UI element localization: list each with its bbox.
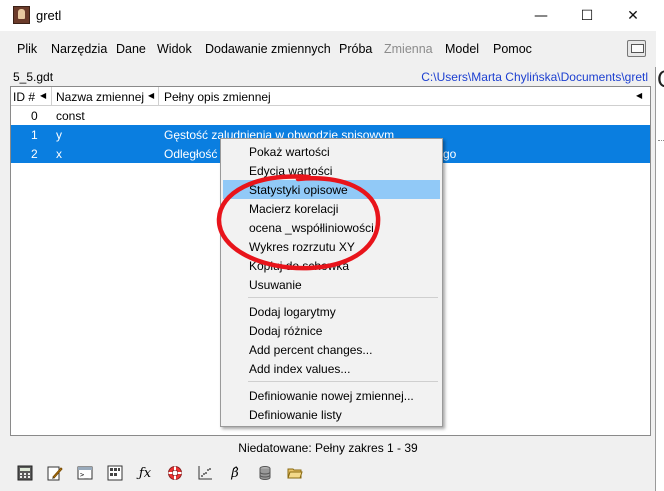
ctx-item-label: Definiowanie nowej zmiennej...	[249, 389, 414, 403]
ctx-item-label: Dodaj różnice	[249, 324, 323, 338]
ctx-item-usuwanie[interactable]: Usuwanie	[223, 275, 440, 294]
console-icon[interactable]: >_	[74, 461, 96, 485]
variable-context-menu: Pokaż wartości Edycja wartości Statystyk…	[220, 138, 443, 427]
ctx-item-label: Pokaż wartości	[249, 145, 330, 159]
ctx-item-definiowanie-listy[interactable]: Definiowanie listy	[223, 405, 440, 424]
ctx-item-label: Wykres rozrzutu XY	[249, 240, 355, 254]
cell-description-tail: go	[443, 147, 457, 161]
ctx-item-add-index-values[interactable]: Add index values...	[223, 359, 440, 378]
sort-arrow-icon[interactable]: ◀	[148, 91, 154, 100]
title-bar: gretl — ☐ ✕	[0, 0, 656, 31]
menu-zmienna: Zmienna	[384, 42, 433, 56]
header-description[interactable]: Pełny opis zmiennej	[164, 90, 271, 104]
minimize-button[interactable]: —	[518, 0, 564, 31]
table-row[interactable]: 0 const	[11, 106, 650, 125]
cell-name: y	[56, 128, 62, 142]
column-separator[interactable]	[51, 87, 52, 106]
window-title: gretl	[36, 8, 62, 23]
menu-pomoc[interactable]: Pomoc	[493, 42, 532, 56]
data-file-name: 5_5.gdt	[13, 70, 54, 84]
menu-narzedzia[interactable]: Narzędzia	[51, 42, 107, 56]
help-lifebuoy-icon[interactable]	[164, 461, 186, 485]
ctx-item-label: Add percent changes...	[249, 343, 373, 357]
ctx-item-label: Usuwanie	[249, 278, 302, 292]
menu-separator	[248, 381, 438, 382]
cell-description: Odległość	[164, 147, 218, 161]
header-name[interactable]: Nazwa zmiennej	[56, 90, 144, 104]
ctx-item-label: Kopiuj do schowka	[249, 259, 350, 273]
ctx-item-definiowanie-nowej-zmiennej[interactable]: Definiowanie nowej zmiennej...	[223, 386, 440, 405]
list-header: ID # ◀ Nazwa zmiennej ◀ Pełny opis zmien…	[11, 87, 650, 106]
ctx-item-kopiuj-do-schowka[interactable]: Kopiuj do schowka	[223, 256, 440, 275]
column-separator[interactable]	[158, 87, 159, 106]
ctx-item-add-percent-changes[interactable]: Add percent changes...	[223, 340, 440, 359]
ctx-item-label: ocena _współliniowości	[249, 221, 374, 235]
calculator-icon[interactable]	[14, 461, 36, 485]
cell-name: x	[56, 147, 62, 161]
ctx-item-statystyki-opisowe[interactable]: Statystyki opisowe	[223, 180, 440, 199]
open-folder-icon[interactable]	[284, 461, 306, 485]
file-info-row: 5_5.gdt C:\Users\Marta Chylińska\Documen…	[0, 68, 656, 86]
cell-id: 1	[31, 128, 38, 142]
ctx-item-ocena-wspolliniowosci[interactable]: ocena _współliniowości	[223, 218, 440, 237]
function-icon[interactable]: ƒx	[134, 461, 156, 485]
menu-separator	[248, 297, 438, 298]
cell-name: const	[56, 109, 85, 123]
svg-text:>_: >_	[80, 471, 89, 479]
cell-id: 2	[31, 147, 38, 161]
ctx-item-dodaj-roznice[interactable]: Dodaj różnice	[223, 321, 440, 340]
window-list-icon[interactable]	[627, 40, 646, 57]
maximize-button[interactable]: ☐	[564, 0, 610, 31]
menu-plik[interactable]: Plik	[17, 42, 37, 56]
menu-proba[interactable]: Próba	[339, 42, 372, 56]
ctx-item-label: Dodaj logarytmy	[249, 305, 336, 319]
header-id[interactable]: ID #	[13, 90, 35, 104]
ctx-item-wykres-rozrzutu-xy[interactable]: Wykres rozrzutu XY	[223, 237, 440, 256]
edit-script-icon[interactable]	[44, 461, 66, 485]
gretl-app-icon	[13, 6, 30, 24]
menu-dodawanie-zmiennych[interactable]: Dodawanie zmiennych	[205, 42, 331, 56]
scatter-plot-icon[interactable]	[194, 461, 216, 485]
cell-id: 0	[31, 109, 38, 123]
session-icon-view-icon[interactable]	[104, 461, 126, 485]
sample-status: Niedatowane: Pełny zakres 1 - 39	[238, 441, 418, 455]
data-file-path: C:\Users\Marta Chylińska\Documents\gretl	[421, 70, 648, 84]
ctx-item-edycja-wartosci[interactable]: Edycja wartości	[223, 161, 440, 180]
background-window-text: C	[657, 68, 664, 93]
menu-bar: Plik Narzędzia Dane Widok Dodawanie zmie…	[0, 31, 656, 67]
ctx-item-pokaz-wartosci[interactable]: Pokaż wartości	[223, 142, 440, 161]
ctx-item-label: Definiowanie listy	[249, 408, 342, 422]
database-icon[interactable]	[254, 461, 276, 485]
ctx-item-label: Add index values...	[249, 362, 351, 376]
ctx-item-label: Edycja wartości	[249, 164, 333, 178]
ctx-item-dodaj-logarytmy[interactable]: Dodaj logarytmy	[223, 302, 440, 321]
gretl-main-window: gretl — ☐ ✕ Plik Narzędzia Dane Widok Do…	[0, 0, 656, 491]
background-dotted-line	[658, 140, 664, 141]
menu-widok[interactable]: Widok	[157, 42, 192, 56]
menu-dane[interactable]: Dane	[116, 42, 146, 56]
beta-model-icon[interactable]: β̂	[224, 461, 246, 485]
sort-arrow-icon[interactable]: ◀	[636, 91, 642, 100]
close-button[interactable]: ✕	[610, 0, 656, 31]
ctx-item-label: Macierz korelacji	[249, 202, 339, 216]
ctx-item-label: Statystyki opisowe	[249, 183, 348, 197]
sort-arrow-icon[interactable]: ◀	[40, 91, 46, 100]
menu-model[interactable]: Model	[445, 42, 479, 56]
ctx-item-macierz-korelacji[interactable]: Macierz korelacji	[223, 199, 440, 218]
